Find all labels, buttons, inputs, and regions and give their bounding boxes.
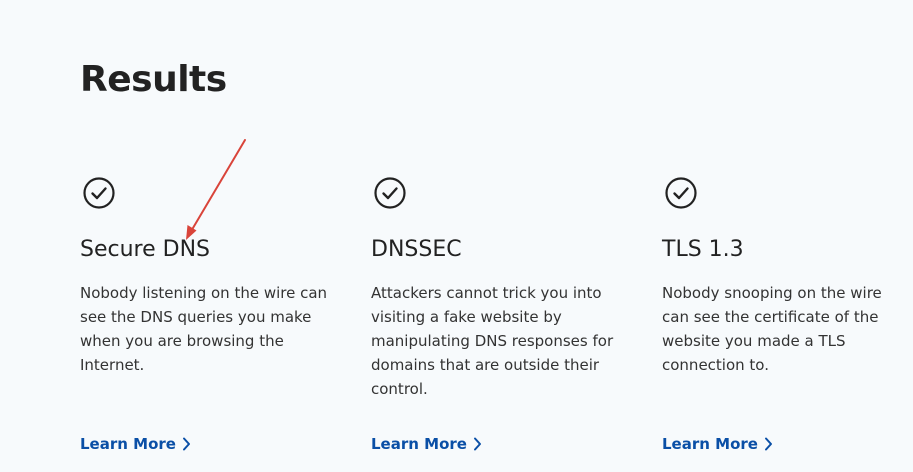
result-card-secure-dns: Secure DNS Nobody listening on the wire … [80, 176, 330, 466]
chevron-right-icon [764, 437, 772, 451]
learn-more-link-tls[interactable]: Learn More [662, 432, 773, 456]
learn-more-label: Learn More [371, 435, 467, 453]
card-title: DNSSEC [371, 237, 462, 262]
card-title: Secure DNS [80, 237, 210, 262]
learn-more-link-secure-dns[interactable]: Learn More [80, 432, 191, 456]
check-circle-icon [83, 177, 115, 209]
card-description: Nobody listening on the wire can see the… [80, 284, 328, 374]
page-title: Results [80, 59, 227, 100]
result-card-tls: TLS 1.3 Nobody snooping on the wire can … [662, 176, 912, 466]
card-description: Nobody snooping on the wire can see the … [662, 284, 882, 374]
check-circle-icon [665, 177, 697, 209]
result-card-dnssec: DNSSEC Attackers cannot trick you into v… [371, 176, 621, 466]
check-circle-icon [374, 177, 406, 209]
learn-more-label: Learn More [662, 435, 758, 453]
chevron-right-icon [182, 437, 190, 451]
learn-more-link-dnssec[interactable]: Learn More [371, 432, 482, 456]
learn-more-label: Learn More [80, 435, 176, 453]
card-title: TLS 1.3 [662, 237, 744, 262]
card-description: Attackers cannot trick you into visiting… [371, 284, 614, 398]
chevron-right-icon [473, 437, 481, 451]
